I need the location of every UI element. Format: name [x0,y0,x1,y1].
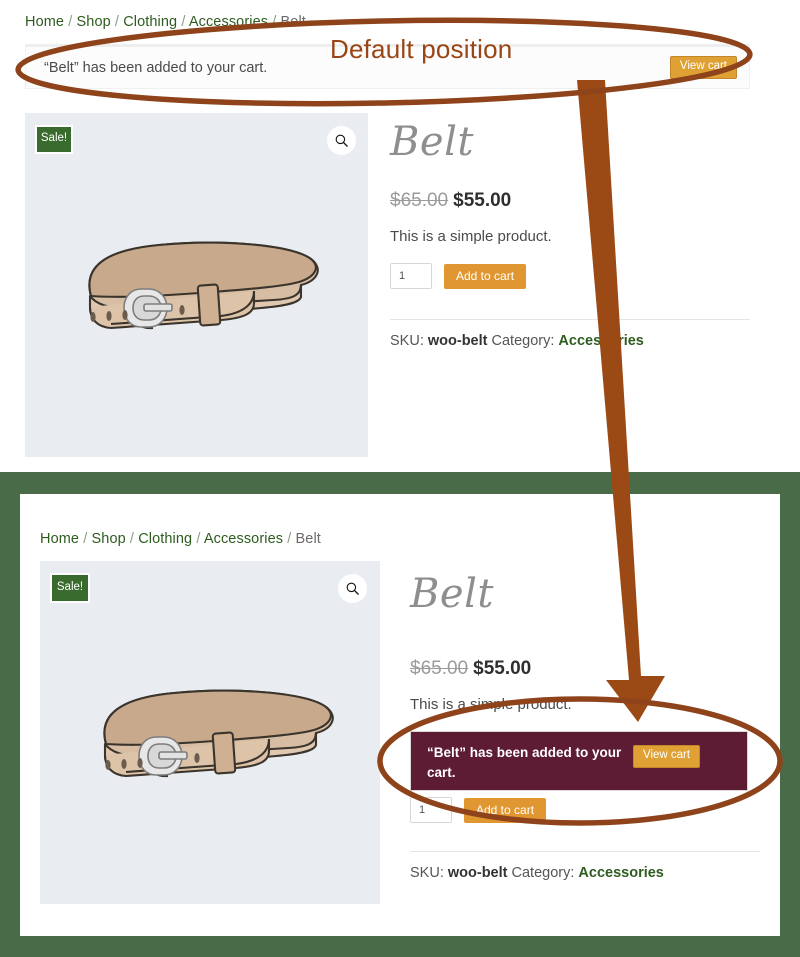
breadcrumb-item-belt: Belt [295,531,321,547]
breadcrumb-item-clothing[interactable]: Clothing [138,531,192,547]
product-summary: Belt $65.00 $55.00 This is a simple produ… [390,122,750,349]
category-value[interactable]: Accessories [558,333,643,349]
product-gallery[interactable]: Sale! [40,561,380,904]
breadcrumb-item-clothing[interactable]: Clothing [123,14,177,30]
sale-badge: Sale! [50,573,90,603]
page-title: Belt [410,571,494,617]
breadcrumb: Home / Shop / Clothing / Accessories / B… [40,531,321,547]
breadcrumb: Home / Shop / Clothing / Accessories / B… [25,14,306,30]
add-to-cart-button[interactable]: Add to cart [464,797,547,823]
short-description: This is a simple product. [390,228,552,245]
add-to-cart-form: Add to cart [410,797,760,823]
custom-position-screen-frame: Home / Shop / Clothing / Accessories / B… [0,472,800,957]
breadcrumb-item-home[interactable]: Home [25,14,64,30]
sku-value: woo-belt [427,333,488,349]
quantity-input[interactable] [410,797,452,823]
price-old: $65.00 [410,658,469,679]
breadcrumb-separator: / [287,531,292,547]
breadcrumb-separator: / [272,14,277,30]
cart-notice-custom: “Belt” has been added to your cart. View… [410,731,748,791]
breadcrumb-separator: / [68,14,73,30]
product-meta: SKU: woo-belt Category: Accessories [390,333,750,349]
custom-position-screen: Home / Shop / Clothing / Accessories / B… [20,494,780,936]
belt-product-image [88,241,319,330]
price-row: $65.00 $55.00 [410,658,760,680]
category-value[interactable]: Accessories [578,865,663,881]
sku-label: SKU: [410,865,444,881]
sku-label: SKU: [390,333,424,349]
add-to-cart-button[interactable]: Add to cart [444,263,527,289]
breadcrumb-separator: / [181,14,186,30]
add-to-cart-form: Add to cart [390,263,750,289]
short-description: This is a simple product. [410,696,572,713]
breadcrumb-separator: / [83,531,88,547]
breadcrumb-separator: / [196,531,201,547]
breadcrumb-item-accessories[interactable]: Accessories [204,531,283,547]
category-label: Category: [511,865,575,881]
product-gallery[interactable]: Sale! [25,113,368,457]
price-new: $55.00 [473,658,532,679]
breadcrumb-separator: / [129,531,135,547]
category-label: Category: [491,333,555,349]
cart-notice-message: “Belt” has been added to your cart. [427,745,622,780]
page-title: Belt [390,119,474,165]
belt-product-image [103,689,334,778]
breadcrumb-item-belt: Belt [280,14,306,30]
breadcrumb-separator: / [114,14,120,30]
divider [410,851,760,852]
price-old: $65.00 [390,190,449,211]
breadcrumb-item-shop[interactable]: Shop [77,14,111,30]
default-position-screen: Home / Shop / Clothing / Accessories / B… [0,0,800,478]
breadcrumb-item-home[interactable]: Home [40,531,79,547]
sku-value: woo-belt [447,865,508,881]
annotation-label-default-position: Default position [330,34,513,64]
price-new: $55.00 [453,190,512,211]
price-row: $65.00 $55.00 [390,190,750,212]
magnifier-icon[interactable] [338,574,367,603]
breadcrumb-item-accessories[interactable]: Accessories [189,14,268,30]
divider [390,319,750,320]
breadcrumb-item-shop[interactable]: Shop [92,531,126,547]
view-cart-button[interactable]: View cart [633,745,701,768]
magnifier-icon[interactable] [327,126,356,155]
product-summary: Belt $65.00 $55.00 This is a simple produ… [410,574,760,881]
sale-badge: Sale! [35,125,73,154]
quantity-input[interactable] [390,263,432,289]
view-cart-button[interactable]: View cart [669,56,737,79]
product-meta: SKU: woo-belt Category: Accessories [410,865,760,881]
